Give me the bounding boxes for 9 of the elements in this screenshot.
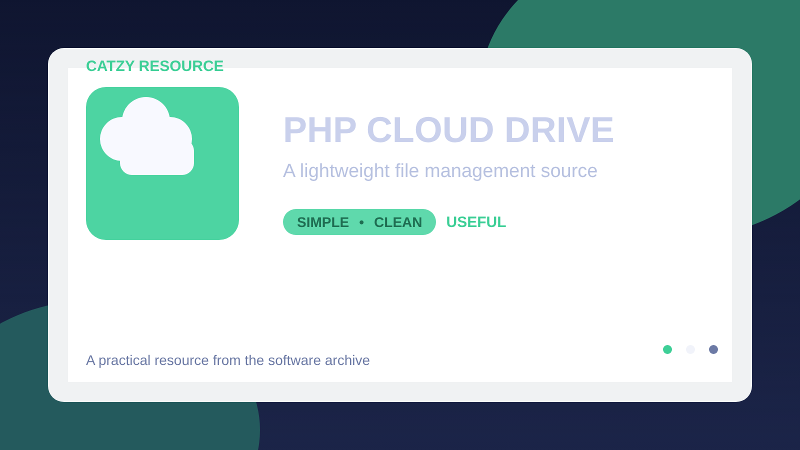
brand-label: CATZY RESOURCE bbox=[86, 58, 225, 75]
product-subtitle: A lightweight file management source bbox=[283, 161, 599, 183]
footer-text: A practical resource from the software archive bbox=[86, 352, 370, 368]
tag-label: USEFUL bbox=[446, 214, 506, 230]
tag-label: • bbox=[359, 214, 364, 230]
tag-label: SIMPLE bbox=[297, 214, 350, 230]
pagination-dot[interactable] bbox=[663, 345, 672, 354]
pagination-dot[interactable] bbox=[709, 345, 718, 354]
tag-label: CLEAN bbox=[374, 214, 422, 230]
